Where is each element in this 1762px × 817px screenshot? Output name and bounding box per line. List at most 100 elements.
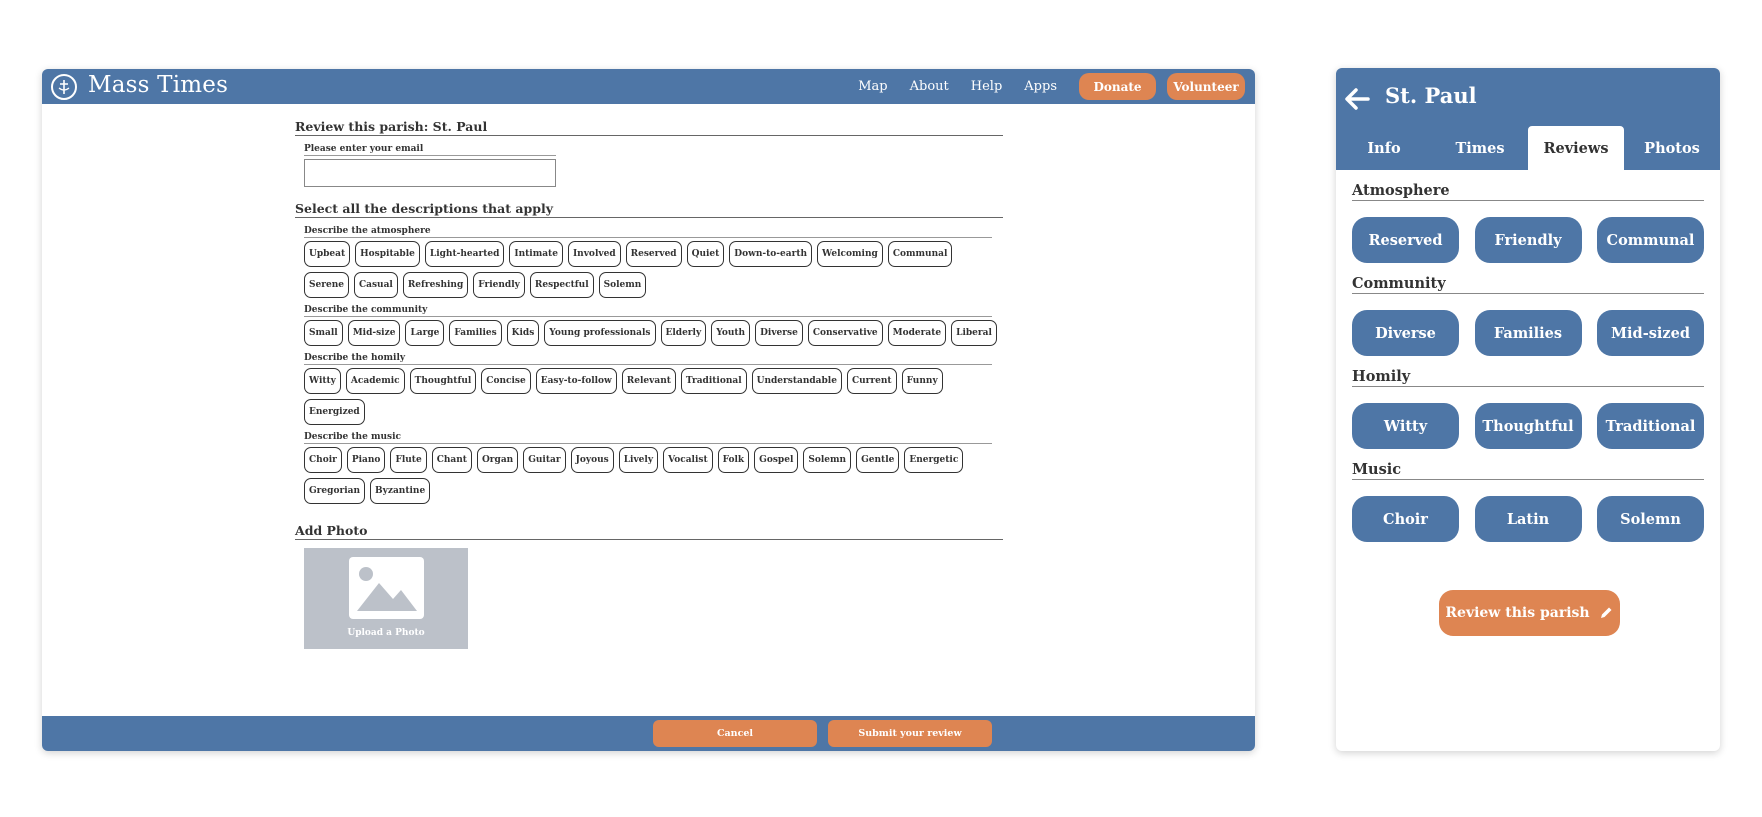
email-field[interactable] [304, 159, 556, 187]
community-chips: Small Mid-size Large Families Kids Young prof… [304, 320, 1004, 351]
music-chip[interactable]: Byzantine [370, 478, 431, 504]
music-chip[interactable]: Chant [431, 447, 472, 473]
tag-chip[interactable]: Choir [1352, 496, 1459, 542]
atmosphere-chip[interactable]: Serene [304, 272, 349, 298]
community-chip[interactable]: Conservative [807, 320, 883, 346]
community-tags: Diverse Families Mid-sized [1352, 310, 1704, 356]
tab-photos[interactable]: Photos [1624, 126, 1720, 170]
music-chip[interactable]: Gospel [754, 447, 799, 473]
homily-chip[interactable]: Funny [901, 368, 943, 394]
atmosphere-chip[interactable]: Refreshing [402, 272, 469, 298]
tab-times[interactable]: Times [1432, 126, 1528, 170]
community-chip[interactable]: Young professionals [544, 320, 656, 346]
atmosphere-chip[interactable]: Upbeat [304, 241, 351, 267]
tag-chip[interactable]: Mid-sized [1597, 310, 1704, 356]
upload-photo-label: Upload a Photo [347, 628, 425, 638]
atmosphere-chip[interactable]: Welcoming [817, 241, 883, 267]
nav-apps-link[interactable]: Apps [1024, 79, 1057, 94]
music-chip[interactable]: Flute [390, 447, 427, 473]
tab-reviews[interactable]: Reviews [1528, 126, 1624, 170]
tag-chip[interactable]: Thoughtful [1474, 403, 1582, 449]
homily-chip[interactable]: Witty [304, 368, 341, 394]
atmosphere-chip[interactable]: Solemn [598, 272, 647, 298]
category-homily: Homily [1352, 368, 1704, 387]
cancel-button[interactable]: Cancel [653, 720, 817, 747]
cross-logo-icon[interactable] [51, 74, 77, 100]
nav-help-link[interactable]: Help [971, 79, 1003, 94]
nav-about-link[interactable]: About [910, 79, 949, 94]
atmosphere-chip[interactable]: Respectful [529, 272, 594, 298]
atmosphere-chip[interactable]: Hospitable [355, 241, 420, 267]
tag-chip[interactable]: Latin [1474, 496, 1582, 542]
tag-chip[interactable]: Solemn [1597, 496, 1704, 542]
tag-chip[interactable]: Traditional [1597, 403, 1704, 449]
homily-label: Describe the homily [304, 353, 992, 365]
atmosphere-chip[interactable]: Friendly [473, 272, 525, 298]
music-chip[interactable]: Choir [304, 447, 342, 473]
music-chip[interactable]: Gentle [856, 447, 900, 473]
volunteer-button[interactable]: Volunteer [1167, 73, 1245, 100]
atmosphere-chip[interactable]: Involved [567, 241, 621, 267]
upload-photo-button[interactable]: Upload a Photo [304, 548, 468, 649]
review-title: Review this parish: St. Paul [295, 119, 1003, 136]
submit-review-button[interactable]: Submit your review [828, 720, 992, 747]
atmosphere-chip[interactable]: Intimate [509, 241, 563, 267]
community-chip[interactable]: Liberal [951, 320, 997, 346]
homily-chip[interactable]: Energized [304, 399, 365, 425]
atmosphere-chip[interactable]: Reserved [625, 241, 682, 267]
tag-chip[interactable]: Communal [1597, 217, 1704, 263]
music-chip[interactable]: Organ [476, 447, 519, 473]
mobile-header: St. Paul Info Times Reviews Photos [1336, 68, 1720, 170]
homily-chip[interactable]: Thoughtful [409, 368, 477, 394]
community-chip[interactable]: Families [449, 320, 502, 346]
atmosphere-chip[interactable]: Casual [353, 272, 398, 298]
music-chip[interactable]: Gregorian [304, 478, 365, 504]
homily-chip[interactable]: Traditional [680, 368, 747, 394]
homily-tags: Witty Thoughtful Traditional [1352, 403, 1704, 449]
atmosphere-label: Describe the atmosphere [304, 226, 992, 238]
homily-chip[interactable]: Easy-to-follow [535, 368, 617, 394]
community-chip[interactable]: Kids [506, 320, 540, 346]
review-parish-button[interactable]: Review this parish [1439, 590, 1620, 636]
community-chip[interactable]: Elderly [660, 320, 707, 346]
music-chip[interactable]: Piano [346, 447, 386, 473]
desktop-window: Mass Times Map About Help Apps Donate Vo… [42, 69, 1255, 751]
atmosphere-chip[interactable]: Light-hearted [424, 241, 505, 267]
community-chip[interactable]: Mid-size [347, 320, 401, 346]
tag-chip[interactable]: Reserved [1352, 217, 1459, 263]
tag-chip[interactable]: Diverse [1352, 310, 1459, 356]
category-community: Community [1352, 275, 1704, 294]
community-chip[interactable]: Large [405, 320, 445, 346]
tag-chip[interactable]: Families [1474, 310, 1582, 356]
music-chip[interactable]: Guitar [523, 447, 566, 473]
community-chip[interactable]: Moderate [887, 320, 947, 346]
mobile-tabs: Info Times Reviews Photos [1336, 126, 1720, 170]
homily-chip[interactable]: Understandable [751, 368, 842, 394]
community-chip[interactable]: Diverse [755, 320, 803, 346]
atmosphere-chip[interactable]: Down-to-earth [729, 241, 813, 267]
brand-name[interactable]: Mass Times [88, 72, 228, 98]
tag-chip[interactable]: Friendly [1474, 217, 1582, 263]
mobile-review-summary: Atmosphere Reserved Friendly Communal Co… [1352, 182, 1704, 554]
music-chip[interactable]: Vocalist [663, 447, 713, 473]
homily-chip[interactable]: Relevant [621, 368, 676, 394]
atmosphere-chip[interactable]: Quiet [686, 241, 725, 267]
donate-button[interactable]: Donate [1079, 73, 1156, 100]
category-music: Music [1352, 461, 1704, 480]
homily-chip[interactable]: Concise [481, 368, 531, 394]
tag-chip[interactable]: Witty [1352, 403, 1459, 449]
back-arrow-icon[interactable] [1342, 84, 1372, 114]
music-chip[interactable]: Energetic [904, 447, 964, 473]
community-chip[interactable]: Small [304, 320, 343, 346]
tab-info[interactable]: Info [1336, 126, 1432, 170]
atmosphere-chip[interactable]: Communal [887, 241, 953, 267]
music-chip[interactable]: Folk [717, 447, 750, 473]
homily-chip[interactable]: Current [846, 368, 897, 394]
community-chip[interactable]: Youth [711, 320, 751, 346]
homily-chip[interactable]: Academic [345, 368, 405, 394]
review-parish-label: Review this parish [1445, 605, 1590, 621]
nav-map-link[interactable]: Map [858, 79, 887, 94]
music-chip[interactable]: Solemn [803, 447, 852, 473]
music-chip[interactable]: Lively [618, 447, 659, 473]
music-chip[interactable]: Joyous [570, 447, 614, 473]
